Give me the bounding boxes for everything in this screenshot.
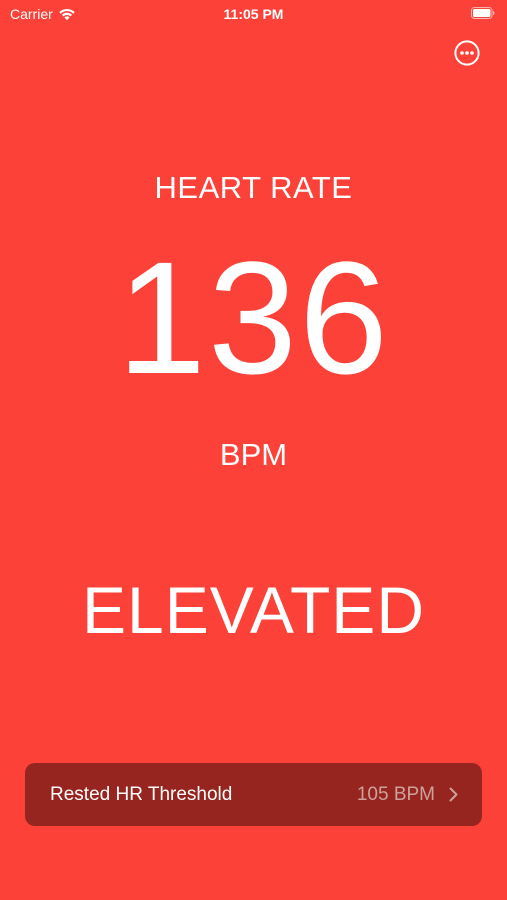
heart-rate-value: 136 [117, 228, 390, 407]
chevron-right-icon [449, 787, 458, 802]
ellipsis-dot-icon [460, 51, 464, 55]
rested-hr-threshold-row[interactable]: Rested HR Threshold 105 BPM [25, 763, 482, 826]
heart-rate-unit: BPM [219, 437, 288, 472]
ellipsis-dot-icon [465, 51, 469, 55]
ellipsis-dot-icon [470, 51, 474, 55]
heart-rate-status: ELEVATED [82, 573, 425, 647]
battery-icon [471, 7, 495, 19]
status-time: 11:05 PM [223, 6, 284, 22]
heart-rate-screen: Carrier 11:05 PM HEART RATE 136 BPM ELEV… [0, 0, 507, 900]
status-bar: Carrier 11:05 PM [0, 0, 507, 30]
threshold-value: 105 BPM [356, 783, 435, 805]
threshold-label: Rested HR Threshold [50, 783, 233, 805]
more-options-button[interactable] [454, 40, 480, 66]
heart-rate-label: HEART RATE [154, 170, 353, 205]
